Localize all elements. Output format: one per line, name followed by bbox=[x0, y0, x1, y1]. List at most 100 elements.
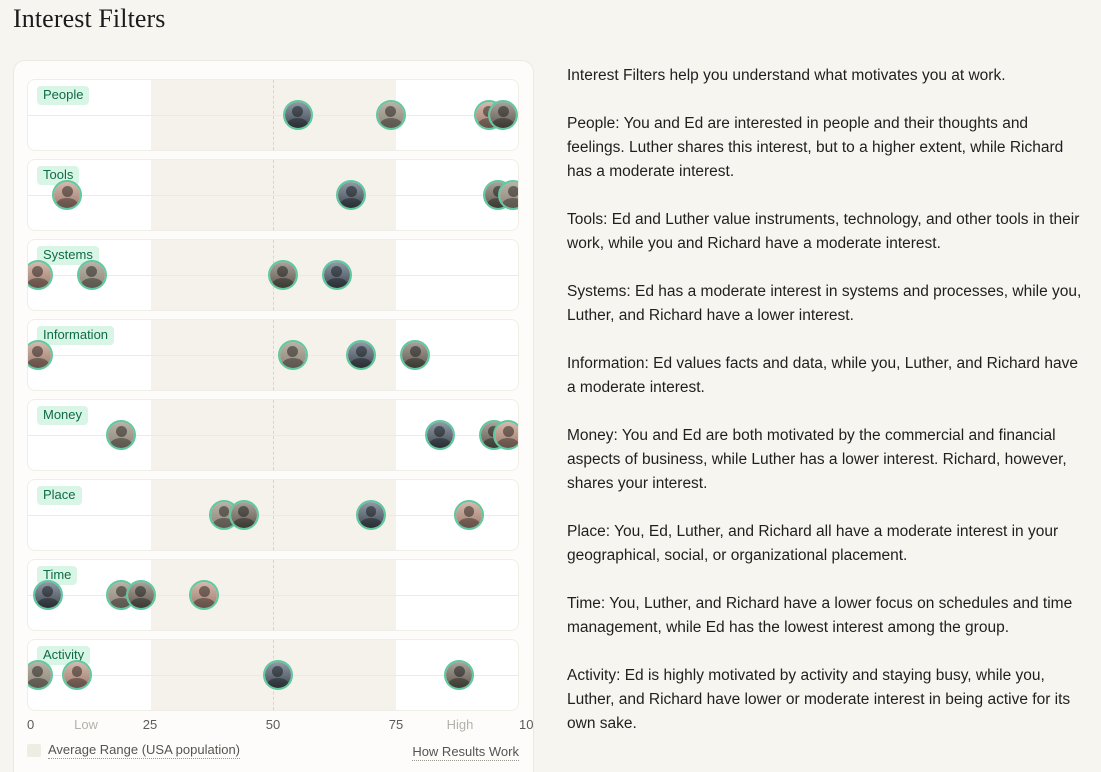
avatar-portrait bbox=[279, 342, 306, 368]
chart-card-footer: Average Range (USA population) How Resul… bbox=[27, 742, 519, 764]
row-baseline bbox=[28, 515, 518, 516]
avatar-portrait bbox=[284, 102, 311, 128]
avatar-portrait bbox=[28, 662, 51, 688]
avatar-portrait bbox=[269, 262, 296, 288]
avatar-portrait bbox=[490, 102, 517, 128]
avatar-you[interactable] bbox=[76, 260, 107, 290]
avatar-portrait bbox=[108, 422, 135, 448]
avatar-richard[interactable] bbox=[400, 340, 431, 370]
avatar-portrait bbox=[377, 102, 404, 128]
chart-row: Information bbox=[27, 319, 519, 391]
avatar-portrait bbox=[456, 502, 482, 528]
avatar-portrait bbox=[358, 502, 384, 528]
chart-rows-container: People Tools Systems Information Money Place T… bbox=[27, 79, 519, 719]
avatar-luther[interactable] bbox=[189, 580, 220, 610]
avatar-ed[interactable] bbox=[356, 500, 386, 530]
axis-tick-25: 25 bbox=[142, 717, 158, 732]
avatar-luther[interactable] bbox=[28, 340, 53, 370]
midpoint-divider bbox=[273, 480, 274, 550]
row-baseline bbox=[28, 355, 518, 356]
avatar-portrait bbox=[191, 582, 218, 608]
avatar-luther[interactable] bbox=[493, 420, 518, 450]
avatar-luther[interactable] bbox=[454, 500, 484, 530]
chart-row: Place bbox=[27, 479, 519, 551]
avatar-luther[interactable] bbox=[52, 180, 83, 210]
avatar-portrait bbox=[402, 342, 429, 368]
avatar-luther[interactable] bbox=[62, 660, 92, 690]
average-range-band bbox=[150, 400, 396, 470]
avatar-ed[interactable] bbox=[321, 260, 352, 290]
avatar-ed[interactable] bbox=[282, 100, 313, 130]
avatar-portrait bbox=[426, 422, 453, 448]
row-label-people: People bbox=[37, 86, 90, 105]
row-baseline bbox=[28, 195, 518, 196]
explanation-paragraph: Tools: Ed and Luther value instruments, … bbox=[567, 211, 1080, 252]
avatar-portrait bbox=[446, 662, 473, 688]
axis-tick-low: Low bbox=[74, 717, 98, 732]
average-range-band bbox=[150, 560, 396, 630]
chart-row: Systems bbox=[27, 239, 519, 311]
avatar-ed[interactable] bbox=[424, 420, 455, 450]
avatar-richard[interactable] bbox=[444, 660, 475, 690]
chart-row: Tools bbox=[27, 159, 519, 231]
explanation-paragraph: Money: You and Ed are both motivated by … bbox=[567, 427, 1067, 492]
avatar-you[interactable] bbox=[28, 660, 53, 690]
avatar-portrait bbox=[28, 342, 51, 368]
midpoint-divider bbox=[273, 320, 274, 390]
row-label-place: Place bbox=[37, 486, 82, 505]
avatar-portrait bbox=[338, 182, 365, 208]
row-label-information: Information bbox=[37, 326, 115, 345]
row-label-money: Money bbox=[37, 406, 89, 425]
axis-tick-50: 50 bbox=[265, 717, 281, 732]
midpoint-divider bbox=[273, 160, 274, 230]
axis-tick-75: 75 bbox=[388, 717, 404, 732]
avatar-you[interactable] bbox=[277, 340, 308, 370]
avatar-luther[interactable] bbox=[28, 260, 53, 290]
avatar-you[interactable] bbox=[498, 180, 518, 210]
row-baseline bbox=[28, 595, 518, 596]
avatar-portrait bbox=[323, 262, 350, 288]
avatar-portrait bbox=[127, 582, 154, 608]
average-range-swatch bbox=[27, 744, 41, 757]
avatar-richard[interactable] bbox=[228, 500, 259, 530]
avatar-portrait bbox=[78, 262, 105, 288]
avatar-richard[interactable] bbox=[125, 580, 156, 610]
avatar-you[interactable] bbox=[106, 420, 137, 450]
midpoint-divider bbox=[273, 400, 274, 470]
avatar-portrait bbox=[495, 422, 518, 448]
interest-filters-chart-card: People Tools Systems Information Money Place T… bbox=[13, 60, 534, 772]
chart-row: People bbox=[27, 79, 519, 151]
explanation-paragraph: Place: You, Ed, Luther, and Richard all … bbox=[567, 523, 1059, 564]
explanation-paragraph: Time: You, Luther, and Richard have a lo… bbox=[567, 595, 1073, 636]
avatar-ed[interactable] bbox=[32, 580, 63, 610]
avatar-you[interactable] bbox=[375, 100, 406, 130]
explanation-paragraph: Systems: Ed has a moderate interest in s… bbox=[567, 283, 1082, 324]
avatar-ed[interactable] bbox=[346, 340, 377, 370]
avatar-portrait bbox=[500, 182, 518, 208]
avatar-portrait bbox=[28, 262, 51, 288]
average-range-legend: Average Range (USA population) bbox=[27, 742, 240, 759]
axis-tick-high: High bbox=[446, 717, 474, 732]
avatar-portrait bbox=[34, 582, 61, 608]
midpoint-divider bbox=[273, 80, 274, 150]
avatar-portrait bbox=[264, 662, 291, 688]
avatar-ed[interactable] bbox=[262, 660, 293, 690]
explanation-intro: Interest Filters help you understand wha… bbox=[567, 67, 1006, 84]
explanation-panel: Interest Filters help you understand wha… bbox=[567, 64, 1089, 736]
average-range-band bbox=[150, 80, 396, 150]
axis-tick-0: 0 bbox=[27, 717, 35, 732]
avatar-portrait bbox=[54, 182, 81, 208]
avatar-portrait bbox=[230, 502, 257, 528]
page-title: Interest Filters bbox=[13, 4, 166, 33]
how-results-work-link[interactable]: How Results Work bbox=[412, 744, 519, 761]
avatar-portrait bbox=[64, 662, 90, 688]
avatar-richard[interactable] bbox=[267, 260, 298, 290]
row-baseline bbox=[28, 115, 518, 116]
explanation-paragraph: People: You and Ed are interested in peo… bbox=[567, 115, 1064, 180]
avatar-ed[interactable] bbox=[336, 180, 367, 210]
explanation-paragraph: Information: Ed values facts and data, w… bbox=[567, 355, 1078, 396]
explanation-paragraph: Activity: Ed is highly motivated by acti… bbox=[567, 667, 1071, 732]
chart-row: Activity bbox=[27, 639, 519, 711]
avatar-richard[interactable] bbox=[488, 100, 518, 130]
chart-row: Time bbox=[27, 559, 519, 631]
